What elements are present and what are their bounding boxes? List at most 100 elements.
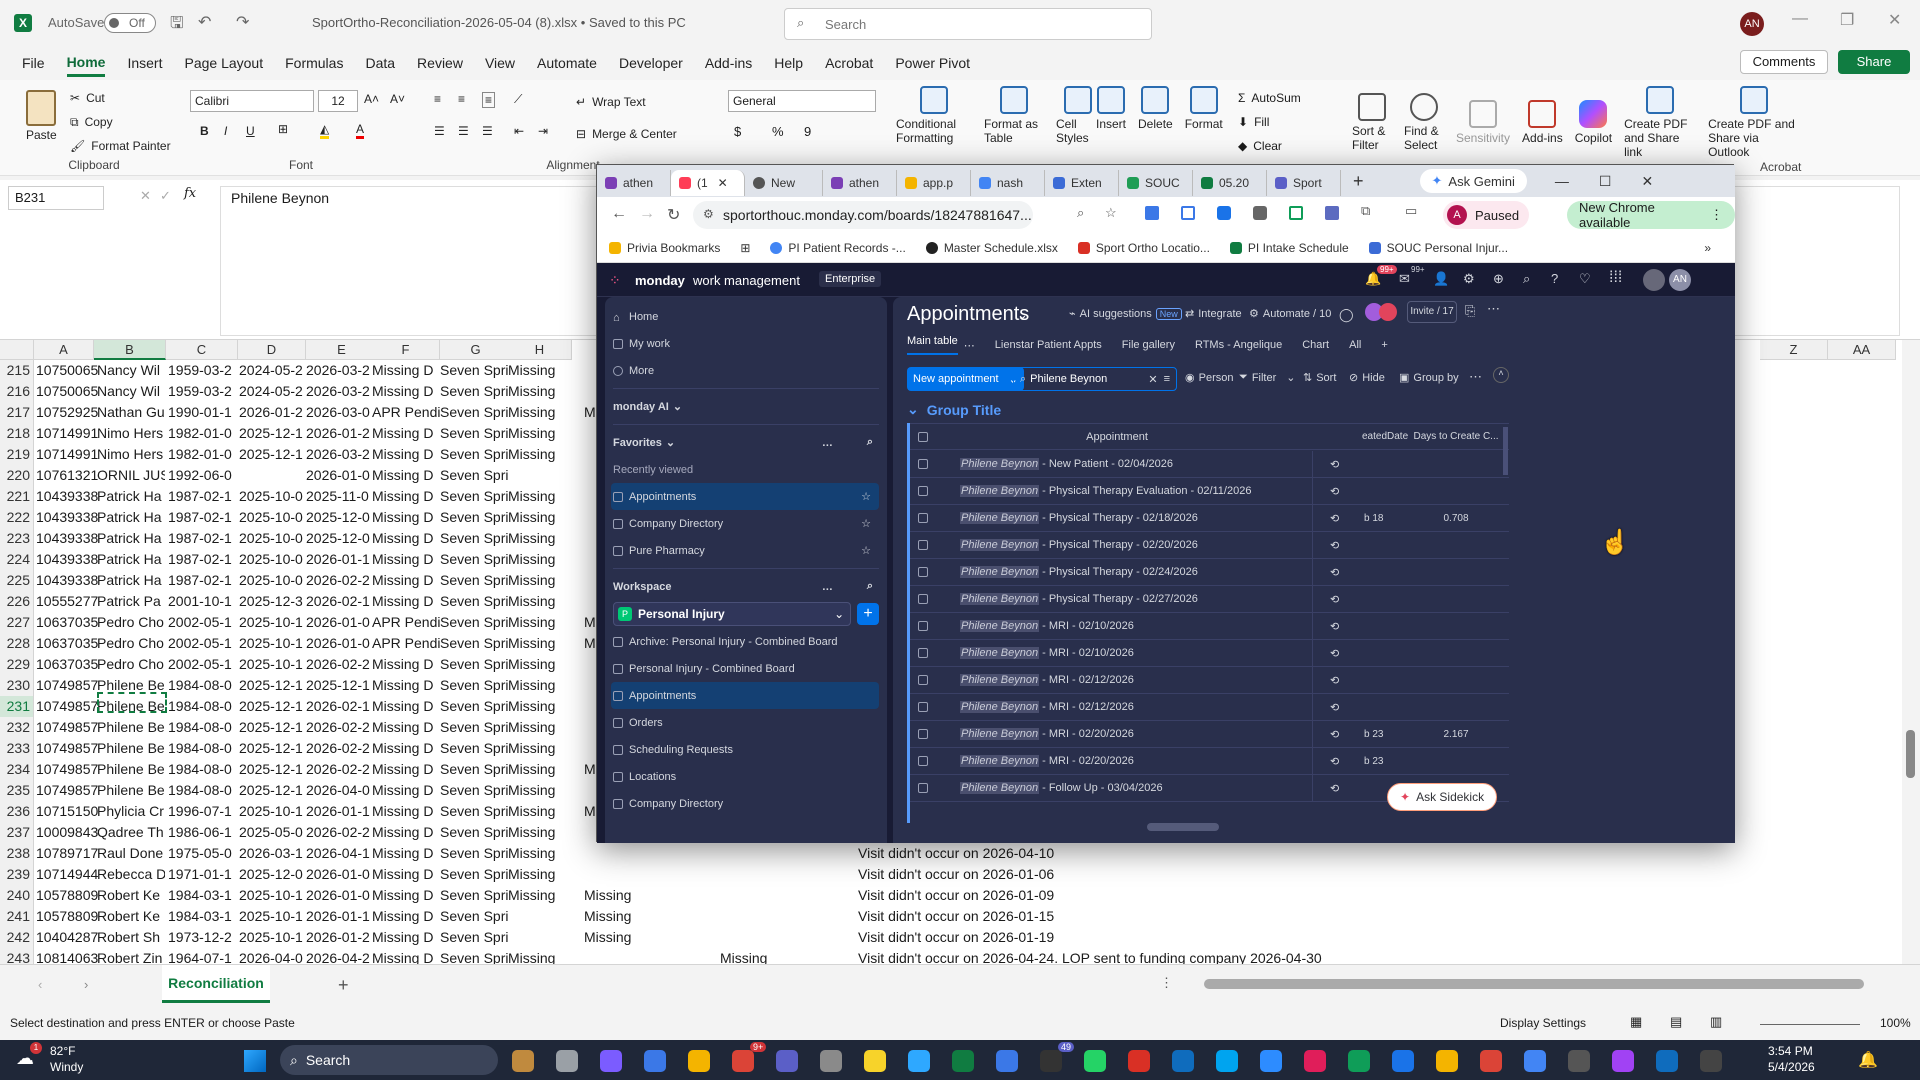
appointment-row[interactable]: Philene Beynon - MRI - 02/10/2026 ⟲ [910, 640, 1509, 667]
tab-file[interactable]: File [22, 51, 45, 75]
appointment-row[interactable]: Philene Beynon - MRI - 02/12/2026 ⟲ [910, 694, 1509, 721]
appointment-name[interactable]: Philene Beynon - MRI - 02/20/2026 [960, 755, 1134, 767]
excel-icon[interactable] [952, 1050, 974, 1072]
updates-icon[interactable]: ⟲ [1330, 728, 1339, 741]
bookmark-privia[interactable]: Privia Bookmarks [609, 241, 720, 255]
row-checkbox[interactable] [918, 702, 928, 712]
menu-dots-icon[interactable]: ⋮ [1710, 207, 1723, 223]
cell-k[interactable]: Visit didn't occur on 2026-01-19 [858, 927, 1758, 948]
row-number[interactable]: 228 [0, 633, 34, 654]
row-number[interactable]: 227 [0, 612, 34, 633]
row-number[interactable]: 218 [0, 423, 34, 444]
font-color-icon[interactable]: A [356, 122, 365, 139]
sidebar-item-more[interactable]: More [605, 357, 887, 384]
cell-b[interactable]: Nathan Gu [97, 402, 165, 423]
cell-a[interactable]: 10578809 [36, 906, 104, 927]
sheet-tab-reconciliation[interactable]: Reconciliation [162, 965, 270, 1003]
cell-b[interactable]: Phylicia Cr [97, 801, 165, 822]
cell-h[interactable]: Missing [508, 948, 576, 964]
bookmark-pi-patient-records[interactable]: PI Patient Records -... [770, 241, 906, 255]
slack-icon[interactable] [1304, 1050, 1326, 1072]
cell-j[interactable]: Missing [720, 948, 850, 964]
forward-icon[interactable]: → [639, 205, 655, 223]
recent-item-company-directory[interactable]: Company Directory ☆ [605, 510, 887, 537]
cell-a[interactable]: 10749857 [36, 759, 104, 780]
updates-icon[interactable]: ⟲ [1330, 755, 1339, 768]
cell-g[interactable]: Seven Spri [440, 864, 508, 885]
appointment-name[interactable]: Philene Beynon - MRI - 02/12/2026 [960, 674, 1134, 686]
cell-b[interactable]: Pedro Cho [97, 633, 165, 654]
cell-c[interactable]: 1984-08-0 [168, 717, 236, 738]
cell-e[interactable]: 2026-01-0 [306, 864, 374, 885]
side-panel-icon[interactable]: ▭ [1405, 203, 1417, 219]
cell-e[interactable]: 2026-01-2 [306, 927, 374, 948]
cell-a[interactable]: 10009843 [36, 822, 104, 843]
cell-h[interactable]: Missing [508, 591, 576, 612]
clear-button[interactable]: ◆ Clear [1238, 134, 1301, 158]
autosave-toggle[interactable]: Off [104, 13, 156, 33]
copy-link-icon[interactable]: ⎘ [1465, 303, 1475, 319]
bookmark-star-icon[interactable]: ☆ [1105, 205, 1117, 221]
cell-c[interactable]: 1971-01-1 [168, 864, 236, 885]
column-header[interactable]: D [238, 340, 306, 360]
browser-tab[interactable]: app.p [897, 170, 971, 196]
search-icon[interactable]: ⌕ [867, 436, 873, 449]
bookmark-pi-intake-schedule[interactable]: PI Intake Schedule [1229, 241, 1349, 255]
cell-f[interactable]: APR Pendi [372, 612, 440, 633]
row-number[interactable]: 232 [0, 717, 34, 738]
invite-members-icon[interactable]: 👤 [1433, 271, 1449, 287]
notification-bell-icon[interactable]: 🔔 [1858, 1050, 1878, 1070]
row-number[interactable]: 224 [0, 549, 34, 570]
acrobat-icon[interactable] [1128, 1050, 1150, 1072]
settings-icon[interactable] [820, 1050, 842, 1072]
cell-e[interactable]: 2026-04-2 [306, 948, 374, 964]
sensitivity-button[interactable]: Sensitivity [1456, 100, 1510, 145]
browser-tab[interactable]: athen [823, 170, 897, 196]
appointment-row[interactable]: Philene Beynon - MRI - 02/10/2026 ⟲ [910, 613, 1509, 640]
column-header[interactable]: F [372, 340, 440, 360]
cell-f[interactable]: Missing D [372, 801, 440, 822]
browser-tab[interactable]: Sport [1267, 170, 1341, 196]
font-size-select[interactable]: 12 [318, 90, 358, 112]
underline-icon[interactable]: U [246, 124, 255, 138]
cell-d[interactable]: 2025-10-0 [239, 570, 307, 591]
cell-e[interactable]: 2026-02-2 [306, 822, 374, 843]
appointment-name[interactable]: Philene Beynon - MRI - 02/20/2026 [960, 728, 1134, 740]
cell-c[interactable]: 1982-01-0 [168, 444, 236, 465]
search-icon[interactable]: ⌕ [867, 580, 873, 593]
windows-start-icon[interactable] [244, 1050, 266, 1072]
microsoft-store-icon[interactable] [644, 1050, 666, 1072]
cell-a[interactable]: 10749857 [36, 717, 104, 738]
cell-h[interactable]: Missing [508, 381, 576, 402]
cell-g[interactable]: Seven Spri [440, 465, 508, 486]
horizontal-scrollbar[interactable] [1204, 979, 1864, 989]
cell-c[interactable]: 2002-05-1 [168, 654, 236, 675]
cell-h[interactable]: Missing [508, 801, 576, 822]
updates-icon[interactable]: ⟲ [1330, 782, 1339, 795]
cell-f[interactable]: Missing D [372, 591, 440, 612]
cell-k[interactable]: Visit didn't occur on 2026-01-15 [858, 906, 1758, 927]
close-tab-icon[interactable]: ✕ [718, 176, 728, 190]
comments-button[interactable]: Comments [1740, 50, 1828, 74]
cell-f[interactable]: APR Pendi [372, 402, 440, 423]
cell-c[interactable]: 1987-02-1 [168, 507, 236, 528]
group-title[interactable]: ⌄ Group Title [907, 401, 1001, 418]
cell-f[interactable]: Missing D [372, 906, 440, 927]
person-filter-button[interactable]: ◉ Person [1185, 371, 1233, 385]
row-checkbox[interactable] [918, 459, 928, 469]
chat-icon[interactable]: ◯ [1339, 307, 1354, 323]
appointment-name[interactable]: Philene Beynon - MRI - 02/10/2026 [960, 620, 1134, 632]
cell-g[interactable]: Seven Spri [440, 486, 508, 507]
align-right-icon[interactable]: ☰ [482, 124, 493, 138]
copilot-button[interactable]: Copilot [1575, 100, 1612, 145]
sort-filter-button[interactable]: Sort & Filter [1352, 93, 1392, 152]
clear-search-icon[interactable]: ✕ [1148, 373, 1157, 386]
filter-options-icon[interactable]: ≡ [1164, 373, 1170, 385]
align-top-icon[interactable]: ≡ [434, 92, 441, 106]
appointment-row[interactable]: Philene Beynon - Physical Therapy - 02/2… [910, 559, 1509, 586]
updates-icon[interactable]: ⟲ [1330, 458, 1339, 471]
cell-d[interactable]: 2026-01-2 [239, 402, 307, 423]
next-sheet-icon[interactable]: › [84, 977, 88, 992]
column-header[interactable]: C [166, 340, 238, 360]
cell-h[interactable]: Missing [508, 738, 576, 759]
